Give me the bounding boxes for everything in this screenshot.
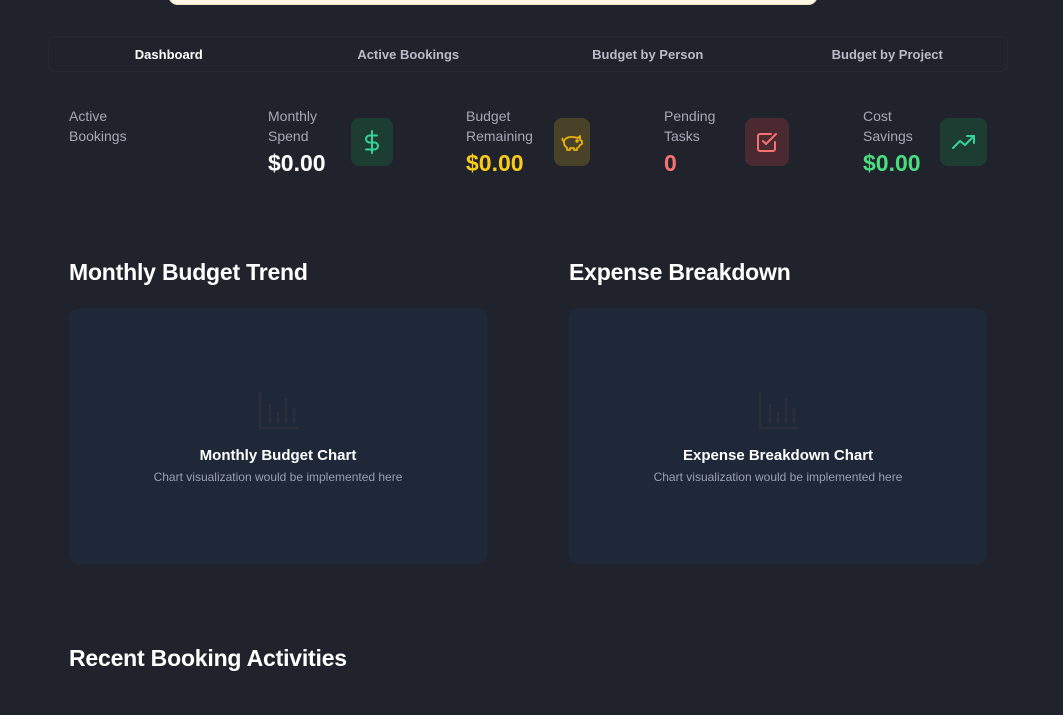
tab-dashboard[interactable]: Dashboard [49, 37, 289, 71]
stat-value: $0.00 [466, 150, 524, 176]
stat-value: $0.00 [863, 150, 921, 176]
stat-cost-savings: Cost Savings $0.00 [863, 106, 988, 186]
stats-row: Active Bookings Monthly Spend $0.00 Budg… [69, 106, 999, 186]
dashboard-page: Dashboard Active Bookings Budget by Pers… [0, 0, 1063, 715]
recent-booking-activities-title: Recent Booking Activities [69, 645, 347, 671]
stat-monthly-spend: Monthly Spend $0.00 [268, 106, 393, 186]
bar-chart-icon [758, 391, 800, 430]
tab-budget-by-person[interactable]: Budget by Person [528, 37, 768, 71]
stat-budget-remaining: Budget Remaining $0.00 [466, 106, 591, 186]
bar-chart-icon [258, 391, 300, 430]
stat-value: 0 [664, 150, 677, 176]
stat-value: $0.00 [268, 150, 326, 176]
stat-label: Pending Tasks [664, 108, 716, 144]
chart-placeholder-title: Expense Breakdown Chart [682, 447, 874, 464]
dollar-icon [351, 118, 393, 166]
piggy-bank-icon [554, 118, 590, 166]
chart-placeholder-subtitle: Chart visualization would be implemented… [653, 470, 903, 484]
expense-breakdown-chart-card: Expense Breakdown Chart Chart visualizat… [569, 308, 987, 564]
expense-breakdown-title: Expense Breakdown [569, 259, 791, 285]
stat-pending-tasks: Pending Tasks 0 [664, 106, 789, 186]
checkbox-icon [745, 118, 789, 166]
monthly-budget-trend-title: Monthly Budget Trend [69, 259, 308, 285]
chart-placeholder-subtitle: Chart visualization would be implemented… [153, 470, 403, 484]
trending-up-icon [940, 118, 987, 166]
monthly-budget-chart-card: Monthly Budget Chart Chart visualization… [69, 308, 487, 564]
stat-active-bookings: Active Bookings [69, 106, 249, 186]
stat-label: Monthly Spend [268, 108, 318, 144]
chart-placeholder-title: Monthly Budget Chart [199, 447, 357, 464]
top-banner [168, 0, 818, 5]
stat-label: Budget Remaining [466, 108, 533, 144]
tab-active-bookings[interactable]: Active Bookings [289, 37, 529, 71]
tab-bar: Dashboard Active Bookings Budget by Pers… [48, 36, 1008, 72]
tab-budget-by-project[interactable]: Budget by Project [768, 37, 1008, 71]
stat-label: Active Bookings [69, 108, 127, 144]
stat-label: Cost Savings [863, 108, 913, 144]
